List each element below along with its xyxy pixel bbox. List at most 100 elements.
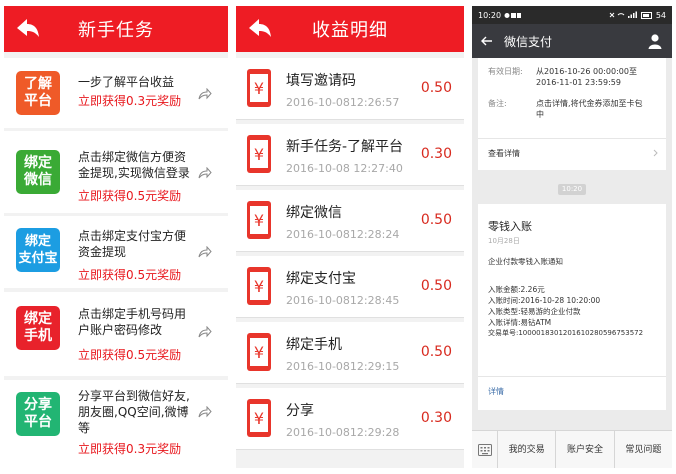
earning-date: 2016-10-0812:29:15 <box>286 360 400 373</box>
yuan-icon: ¥ <box>247 135 271 173</box>
chevron-right-icon <box>653 149 658 157</box>
bottom-menu-bar: 我的交易 账户安全 常见问题 <box>472 430 672 468</box>
share-arrow-icon[interactable] <box>198 88 212 100</box>
bind-alipay-icon: 绑定 支付宝 <box>16 228 60 272</box>
detail-line: 入账详情:易钻ATM <box>488 318 552 327</box>
amount-line: 入账金额:2.26元 <box>488 285 545 294</box>
valid-date-value: 从2016-10-26 00:00:00至2016-11-01 23:59:59 <box>536 67 637 87</box>
earning-date: 2016-10-0812:28:45 <box>286 294 400 307</box>
earning-amount: 0.30 <box>420 410 452 426</box>
earning-amount: 0.50 <box>420 80 452 96</box>
yuan-glyph: ¥ <box>254 343 264 362</box>
yuan-glyph: ¥ <box>254 211 264 230</box>
task-item-bind-wechat[interactable]: 绑定 微信 点击绑定微信方便资金提现,实现微信登录 立即获得0.5元奖励 <box>4 131 228 213</box>
task-item-bind-alipay[interactable]: 绑定 支付宝 点击绑定支付宝方便资金提现 立即获得0.5元奖励 <box>4 216 228 288</box>
earning-amount: 0.50 <box>420 212 452 228</box>
share-arrow-icon[interactable] <box>198 326 212 338</box>
task-description: 分享平台到微信好友,朋友圈,QQ空间,微博等 <box>78 389 190 435</box>
timestamp-pill: 10:20 <box>558 184 586 195</box>
change-deposit-card[interactable]: 零钱入账 10月28日 企业付款零钱入账通知 入账金额:2.26元 入账时间:2… <box>478 204 666 410</box>
wechat-pay-header: 微信支付 <box>472 24 672 58</box>
share-arrow-icon[interactable] <box>198 167 212 179</box>
share-arrow-icon[interactable] <box>198 406 212 418</box>
task-reward: 立即获得0.5元奖励 <box>78 189 182 203</box>
newbie-tasks-screen: 新手任务 了解 平台 一步了解平台收益 立即获得0.3元奖励 绑定 微信 点击绑… <box>4 6 228 468</box>
earning-row[interactable]: ¥ 绑定手机 2016-10-0812:29:15 0.50 <box>236 322 464 384</box>
yuan-icon: ¥ <box>247 333 271 371</box>
task-description: 点击绑定支付宝方便资金提现 <box>78 229 187 259</box>
earning-date: 2016-10-0812:26:57 <box>286 96 400 109</box>
yuan-glyph: ¥ <box>254 145 264 164</box>
share-platform-icon: 分享 平台 <box>16 392 60 436</box>
transaction-no-line: 交易单号:1000018301201610280596753572 <box>488 329 644 337</box>
earning-row[interactable]: ¥ 填写邀请码 2016-10-0812:26:57 0.50 <box>236 58 464 120</box>
earning-title: 新手任务-了解平台 <box>286 139 404 155</box>
yuan-icon: ¥ <box>247 399 271 437</box>
yuan-icon: ¥ <box>247 201 271 239</box>
earning-amount: 0.50 <box>420 278 452 294</box>
divider <box>478 376 666 377</box>
earning-row[interactable]: ¥ 新手任务-了解平台 2016-10-08 12:27:40 0.30 <box>236 124 464 186</box>
view-details-link[interactable]: 查看详情 <box>478 139 666 169</box>
earning-row[interactable]: ¥ 绑定微信 2016-10-0812:28:24 0.50 <box>236 190 464 252</box>
menu-my-transactions[interactable]: 我的交易 <box>498 430 557 468</box>
card-date: 10月28日 <box>488 237 520 245</box>
signal-wifi-icon <box>609 11 637 18</box>
keyboard-icon <box>477 443 492 456</box>
note-value: 点击详情,将代金券添加至卡包中 <box>536 99 643 119</box>
earnings-detail-screen: 收益明细 ¥ 填写邀请码 2016-10-0812:26:57 0.50 ¥ 新… <box>236 6 464 468</box>
page-title: 收益明细 <box>312 20 388 41</box>
learn-platform-icon: 了解 平台 <box>16 71 60 115</box>
task-description: 点击绑定微信方便资金提现,实现微信登录 <box>78 150 190 180</box>
valid-date-label: 有效日期: <box>488 67 523 76</box>
yuan-glyph: ¥ <box>254 79 264 98</box>
yuan-icon: ¥ <box>247 69 271 107</box>
card-title: 零钱入账 <box>488 220 532 233</box>
task-reward: 立即获得0.5元奖励 <box>78 268 182 282</box>
earning-title: 绑定支付宝 <box>286 271 356 287</box>
wechat-pay-screen: 10:20 54 微信支付 有效日期: 从2016-10-26 00:00:00… <box>472 6 672 468</box>
card-subtitle: 企业付款零钱入账通知 <box>488 257 563 266</box>
task-description: 一步了解平台收益 <box>78 75 175 89</box>
earnings-header: 收益明细 <box>236 6 464 52</box>
earning-amount: 0.30 <box>420 146 452 162</box>
task-item-bind-phone[interactable]: 绑定 手机 点击绑定手机号码用户账户密码修改 立即获得0.5元奖励 <box>4 292 228 376</box>
earning-title: 绑定微信 <box>286 205 342 221</box>
earning-title: 分享 <box>286 403 314 419</box>
battery-level: 54 <box>655 10 666 20</box>
earning-row[interactable]: ¥ 分享 2016-10-0812:29:28 0.30 <box>236 388 464 450</box>
menu-account-security[interactable]: 账户安全 <box>556 430 615 468</box>
share-arrow-icon[interactable] <box>198 246 212 258</box>
task-reward: 立即获得0.3元奖励 <box>78 442 182 456</box>
earning-date: 2016-10-08 12:27:40 <box>286 162 403 175</box>
status-time: 10:20 <box>478 10 502 20</box>
page-title: 微信支付 <box>504 34 553 49</box>
task-reward: 立即获得0.5元奖励 <box>78 348 182 362</box>
coupon-card: 有效日期: 从2016-10-26 00:00:00至2016-11-01 23… <box>478 58 666 170</box>
earning-amount: 0.50 <box>420 344 452 360</box>
task-item-learn-platform[interactable]: 了解 平台 一步了解平台收益 立即获得0.3元奖励 <box>4 58 228 128</box>
task-description: 点击绑定手机号码用户账户密码修改 <box>78 307 187 337</box>
newbie-tasks-header: 新手任务 <box>4 6 228 52</box>
note-label: 备注: <box>488 99 507 108</box>
back-arrow-icon[interactable] <box>244 14 274 44</box>
back-arrow-icon[interactable] <box>480 34 494 48</box>
keyboard-toggle[interactable] <box>472 430 498 468</box>
yuan-icon: ¥ <box>247 267 271 305</box>
time-line: 入账时间:2016-10-28 10:20:00 <box>488 296 601 305</box>
earning-date: 2016-10-0812:28:24 <box>286 228 400 241</box>
bind-wechat-icon: 绑定 微信 <box>16 150 60 194</box>
earning-row[interactable]: ¥ 绑定支付宝 2016-10-0812:28:45 0.50 <box>236 256 464 318</box>
bind-phone-icon: 绑定 手机 <box>16 306 60 350</box>
menu-faq[interactable]: 常见问题 <box>615 431 672 469</box>
back-arrow-icon[interactable] <box>12 14 42 44</box>
page-title: 新手任务 <box>78 20 154 41</box>
status-bar: 10:20 54 <box>472 6 672 24</box>
yuan-glyph: ¥ <box>254 409 264 428</box>
details-link[interactable]: 详情 <box>488 386 504 397</box>
earning-title: 绑定手机 <box>286 337 342 353</box>
task-item-share-platform[interactable]: 分享 平台 分享平台到微信好友,朋友圈,QQ空间,微博等 立即获得0.3元奖励 <box>4 380 228 468</box>
person-icon[interactable] <box>648 33 662 49</box>
view-details-label: 查看详情 <box>488 149 520 158</box>
battery-icon <box>640 11 652 19</box>
